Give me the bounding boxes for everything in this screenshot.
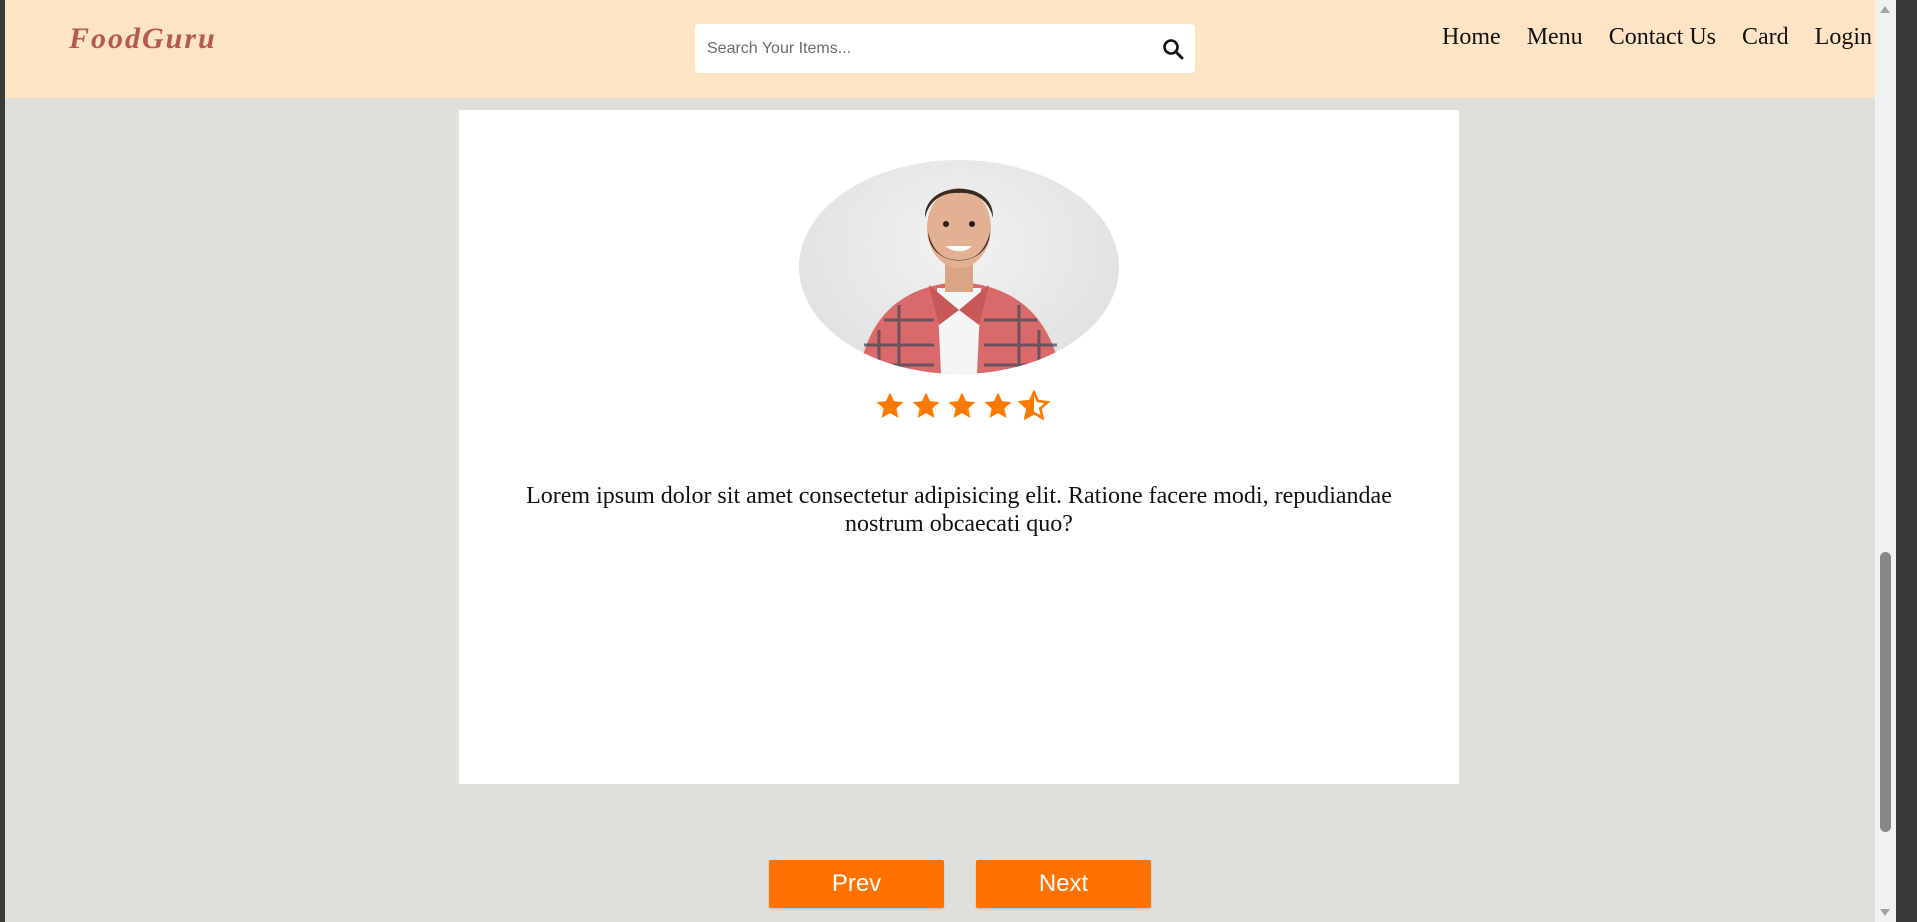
search-icon[interactable] xyxy=(1161,37,1185,61)
testimonial-card: Lorem ipsum dolor sit amet consectetur a… xyxy=(459,110,1459,784)
reviewer-avatar xyxy=(799,160,1119,374)
star-half-icon xyxy=(1018,390,1050,421)
star-rating xyxy=(874,390,1050,422)
scroll-up-arrow-icon[interactable] xyxy=(1880,6,1890,13)
scroll-thumb[interactable] xyxy=(1880,552,1891,832)
nav-card-link[interactable]: Card xyxy=(1742,24,1789,51)
nav-links: Home Menu Contact Us Card Login xyxy=(1442,24,1872,51)
vertical-scrollbar[interactable] xyxy=(1875,0,1896,922)
star-icon xyxy=(984,392,1012,418)
next-button[interactable]: Next xyxy=(976,860,1151,908)
star-icon xyxy=(912,392,940,418)
star-icon xyxy=(876,392,904,418)
search-box xyxy=(695,24,1195,73)
prev-button[interactable]: Prev xyxy=(769,860,944,908)
scroll-down-arrow-icon[interactable] xyxy=(1880,909,1890,916)
nav-menu-link[interactable]: Menu xyxy=(1527,24,1583,51)
star-icon xyxy=(948,392,976,418)
page: FoodGuru Home Menu Contact Us Card Login xyxy=(5,0,1896,922)
nav-login-link[interactable]: Login xyxy=(1815,24,1872,51)
nav-contact-link[interactable]: Contact Us xyxy=(1609,24,1716,51)
search-input[interactable] xyxy=(695,24,1135,73)
review-text: Lorem ipsum dolor sit amet consectetur a… xyxy=(526,483,1392,537)
nav-home-link[interactable]: Home xyxy=(1442,24,1501,51)
logo[interactable]: FoodGuru xyxy=(69,22,217,56)
navbar: FoodGuru Home Menu Contact Us Card Login xyxy=(5,0,1896,98)
